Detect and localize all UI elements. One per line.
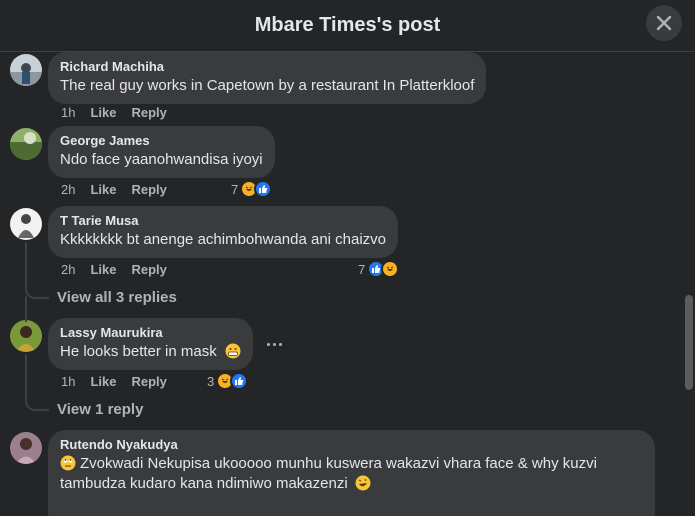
comment-more-options-button[interactable] — [262, 334, 286, 354]
avatar-photo — [10, 320, 42, 352]
close-icon — [656, 15, 672, 31]
view-replies-link[interactable]: View 1 reply — [57, 401, 143, 418]
comment-time[interactable]: 1h — [61, 374, 75, 389]
comment-text: The real guy works in Capetown by a rest… — [60, 77, 475, 94]
reaction-count: 7 — [358, 261, 366, 277]
avatar[interactable] — [10, 432, 42, 464]
comment-time[interactable]: 2h — [61, 262, 75, 277]
rofl-emoji-icon — [355, 475, 371, 491]
like-reaction-icon — [254, 180, 273, 198]
avatar-photo — [10, 54, 42, 86]
comment-text: Kkkkkkkk bt anenge achimbohwanda ani cha… — [60, 231, 387, 248]
comment-author[interactable]: T Tarie Musa — [60, 213, 386, 229]
comment-actions: 1h Like Reply — [61, 374, 167, 389]
avatar-photo — [10, 128, 42, 160]
reply-button[interactable]: Reply — [131, 262, 166, 277]
haha-reaction-icon — [381, 260, 400, 278]
avatar-photo — [10, 208, 42, 240]
like-button[interactable]: Like — [90, 182, 116, 197]
comment-author[interactable]: Richard Machiha — [60, 59, 474, 75]
reply-button[interactable]: Reply — [131, 374, 166, 389]
like-button[interactable]: Like — [90, 374, 116, 389]
reaction-count: 7 — [231, 181, 239, 197]
avatar[interactable] — [10, 128, 42, 160]
comment-text-body: He looks better in mask — [60, 343, 217, 360]
rolling-eyes-emoji-icon — [60, 455, 76, 471]
comment-text: Zvokwadi Nekupisa ukooooo munhu kuswera … — [60, 454, 643, 494]
reaction-summary[interactable]: 7 — [358, 260, 400, 278]
avatar[interactable] — [10, 320, 42, 352]
avatar[interactable] — [10, 208, 42, 240]
comment-bubble: T Tarie Musa Kkkkkkkk bt anenge achimboh… — [48, 206, 399, 258]
comment-author[interactable]: George James — [60, 133, 263, 149]
reply-thread-line — [25, 296, 27, 322]
comment-bubble: Lassy Maurukira He looks better in mask — [48, 318, 253, 370]
close-button[interactable] — [646, 5, 682, 41]
reaction-summary[interactable]: 3 — [207, 372, 249, 390]
reply-thread-connector — [25, 354, 49, 411]
avatar-photo — [10, 432, 42, 464]
reaction-summary[interactable]: 7 — [231, 180, 273, 198]
comment-actions: 2h Like Reply — [61, 182, 167, 197]
post-dialog-header: Mbare Times's post — [0, 0, 695, 52]
grimacing-emoji-icon — [225, 343, 241, 359]
reply-thread-connector — [25, 242, 49, 299]
comment-time[interactable]: 1h — [61, 105, 75, 120]
like-reaction-icon — [230, 372, 249, 390]
comment-bubble: George James Ndo face yaanohwandisa iyoy… — [48, 126, 275, 178]
view-replies-link[interactable]: View all 3 replies — [57, 289, 177, 306]
reaction-count: 3 — [207, 373, 215, 389]
comment-bubble: Rutendo Nyakudya Zvokwadi Nekupisa ukooo… — [48, 430, 655, 516]
comments-list[interactable]: Richard Machiha The real guy works in Ca… — [0, 52, 695, 516]
reply-button[interactable]: Reply — [131, 182, 166, 197]
comment-text: He looks better in mask — [60, 342, 241, 362]
comment-author[interactable]: Rutendo Nyakudya — [60, 437, 643, 453]
reply-button[interactable]: Reply — [131, 105, 166, 120]
avatar[interactable] — [10, 54, 42, 86]
comment-text: Ndo face yaanohwandisa iyoyi — [60, 151, 263, 168]
comment-actions: 1h Like Reply — [61, 105, 167, 120]
comment-author[interactable]: Lassy Maurukira — [60, 325, 241, 341]
like-button[interactable]: Like — [90, 105, 116, 120]
comment-text-line: tambudza kudaro kana ndimiwo makazenzi — [60, 475, 348, 492]
comment-time[interactable]: 2h — [61, 182, 75, 197]
like-button[interactable]: Like — [90, 262, 116, 277]
dialog-title: Mbare Times's post — [254, 14, 441, 36]
comment-actions: 2h Like Reply — [61, 262, 167, 277]
scrollbar-thumb[interactable] — [685, 295, 693, 390]
comment-bubble: Richard Machiha The real guy works in Ca… — [48, 52, 487, 104]
comment-text-line: Zvokwadi Nekupisa ukooooo munhu kuswera … — [80, 455, 597, 472]
